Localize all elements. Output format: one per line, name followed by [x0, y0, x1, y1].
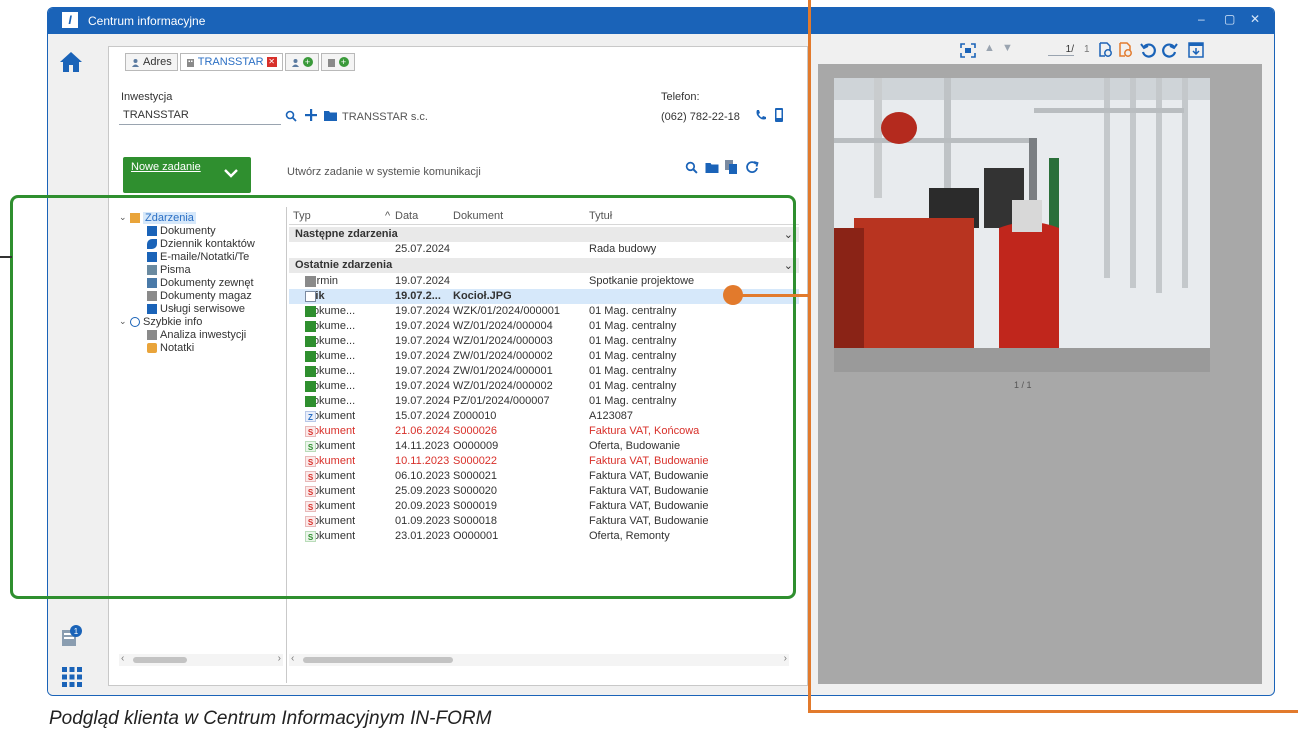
grid-highlight-frame: [10, 195, 796, 599]
person-icon: [132, 58, 139, 67]
tab-bar: Adres TRANSSTAR ✕ + +: [125, 53, 355, 71]
next-page-icon[interactable]: ▼: [1002, 42, 1013, 54]
mobile-icon[interactable]: [774, 108, 784, 122]
building-icon: [186, 58, 194, 67]
add-icon: +: [302, 57, 313, 67]
scroll-thumb[interactable]: [133, 657, 187, 663]
tab-close-icon[interactable]: ✕: [266, 57, 277, 67]
close-button[interactable]: ✕: [1250, 12, 1260, 26]
search-icon[interactable]: [685, 161, 698, 174]
building-icon: [327, 58, 335, 67]
tab-adres[interactable]: Adres: [125, 53, 178, 71]
scroll-right-icon[interactable]: ›: [784, 653, 787, 664]
page-indicator: 1 / 1: [1014, 380, 1032, 390]
tab-add-person[interactable]: +: [284, 53, 319, 71]
rotate-right-icon[interactable]: [1162, 42, 1178, 58]
scroll-right-icon[interactable]: ›: [278, 653, 281, 664]
notifications-icon[interactable]: 1: [60, 624, 84, 648]
preview-toolbar: ▲ ▼ 1/ 1: [818, 38, 1268, 64]
zoom-in-icon[interactable]: [1098, 42, 1114, 58]
search-icon[interactable]: [285, 110, 297, 122]
figure-caption: Podgląd klienta w Centrum Informacyjnym …: [49, 708, 492, 729]
new-task-description: Utwórz zadanie w systemie komunikacji: [287, 166, 481, 178]
callout-line-mid: [734, 294, 811, 297]
callout-dot: [723, 285, 743, 305]
boiler-room-image: [834, 78, 1210, 372]
maximize-button[interactable]: ▢: [1224, 12, 1235, 26]
page-input[interactable]: 1/: [1048, 44, 1074, 56]
new-task-label: Nowe zadanie: [131, 161, 201, 173]
callout-line-vertical: [808, 0, 811, 713]
apps-grid-icon[interactable]: [61, 666, 83, 688]
phone-icon[interactable]: [755, 109, 767, 121]
callout-line-left: [0, 256, 12, 258]
home-icon[interactable]: [58, 50, 84, 74]
tab-adres-label: Adres: [143, 56, 172, 68]
chevron-down-icon: [224, 169, 238, 178]
folder-icon[interactable]: [705, 162, 719, 173]
callout-line-bottom: [808, 710, 1298, 713]
inwestycja-label: Inwestycja: [121, 91, 173, 103]
new-task-button[interactable]: Nowe zadanie: [123, 157, 251, 193]
refresh-icon[interactable]: [745, 160, 759, 174]
scroll-left-icon[interactable]: ‹: [291, 653, 294, 664]
add-icon: +: [338, 57, 349, 67]
boiler-room-photo[interactable]: [834, 78, 1210, 372]
tree-horizontal-scrollbar[interactable]: ‹ ›: [119, 653, 283, 666]
tab-transstar-label: TRANSSTAR: [197, 56, 264, 68]
telefon-label: Telefon:: [661, 91, 700, 103]
page-total: 1: [1084, 44, 1090, 55]
zoom-out-icon[interactable]: [1118, 42, 1134, 58]
folder-icon[interactable]: [324, 110, 337, 121]
inwestycja-field[interactable]: TRANSSTAR: [119, 107, 281, 125]
fit-page-icon[interactable]: [960, 43, 976, 58]
rotate-left-icon[interactable]: [1140, 42, 1156, 58]
add-icon[interactable]: [305, 109, 317, 121]
tab-transstar[interactable]: TRANSSTAR ✕: [179, 53, 283, 71]
grid-horizontal-scrollbar[interactable]: ‹ ›: [289, 653, 789, 666]
company-name: TRANSSTAR s.c.: [342, 111, 428, 123]
documents-icon[interactable]: [725, 160, 738, 174]
svg-text:1: 1: [74, 627, 79, 636]
window-title: Centrum informacyjne: [88, 14, 206, 28]
prev-page-icon[interactable]: ▲: [984, 42, 995, 54]
telefon-value: (062) 782-22-18: [661, 111, 740, 123]
app-logo-icon: I: [62, 12, 78, 28]
scroll-thumb[interactable]: [303, 657, 453, 663]
person-icon: [291, 58, 299, 67]
tab-add-investment[interactable]: +: [320, 53, 355, 71]
minimize-button[interactable]: –: [1198, 12, 1205, 26]
scroll-left-icon[interactable]: ‹: [121, 653, 124, 664]
title-bar: I Centrum informacyjne – ▢ ✕: [48, 8, 1274, 34]
export-icon[interactable]: [1188, 42, 1204, 58]
image-preview-pane: 1 / 1: [818, 64, 1262, 684]
